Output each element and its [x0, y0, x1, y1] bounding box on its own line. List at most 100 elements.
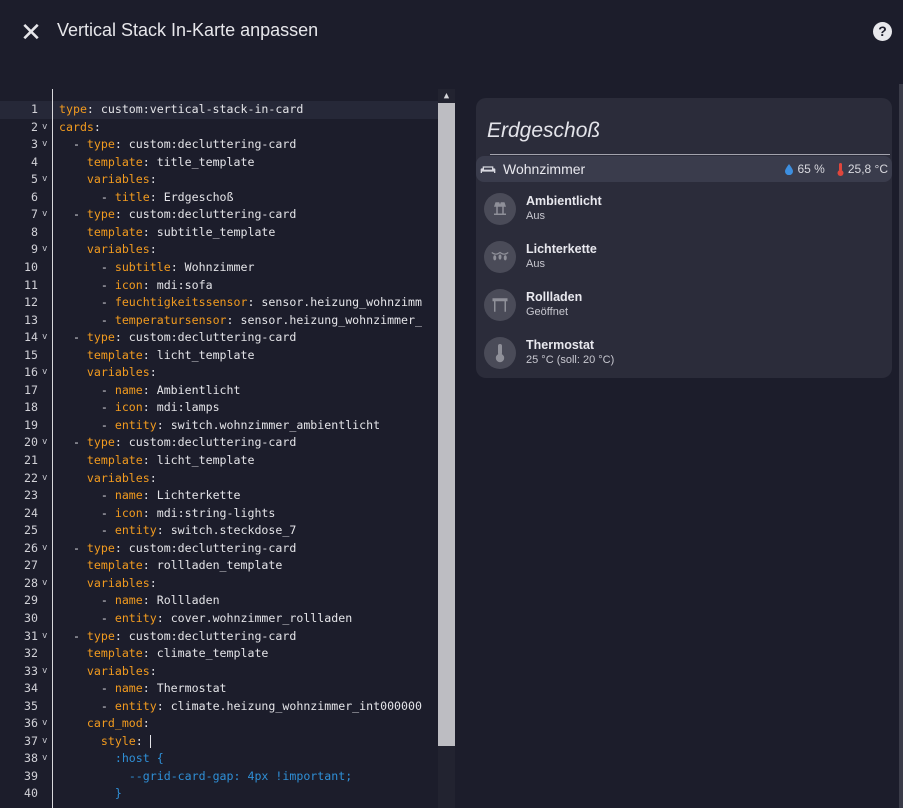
code-line[interactable]: 6 - title: Erdgeschoß: [0, 189, 438, 207]
code-line[interactable]: 19 - entity: switch.wohnzimmer_ambientli…: [0, 417, 438, 435]
fold-chevron-icon[interactable]: v: [42, 119, 47, 137]
yaml-value: -: [59, 312, 115, 327]
code-line[interactable]: 22 v variables:: [0, 470, 438, 488]
code-line[interactable]: 34 - name: Thermostat: [0, 680, 438, 698]
fold-chevron-icon[interactable]: v: [42, 364, 47, 382]
yaml-value: -: [59, 207, 87, 222]
code-text: type: custom:vertical-stack-in-card: [59, 101, 303, 119]
code-line[interactable]: 30 - entity: cover.wohnzimmer_rollladen: [0, 610, 438, 628]
yaml-value: -: [59, 610, 115, 625]
fold-chevron-icon[interactable]: v: [42, 470, 47, 488]
code-text: template: subtitle_template: [59, 224, 275, 242]
editor-scrollbar-thumb[interactable]: [438, 103, 455, 746]
code-line[interactable]: 4 template: title_template: [0, 154, 438, 172]
close-icon[interactable]: ✕: [20, 19, 42, 45]
code-line[interactable]: 3v - type: custom:decluttering-card: [0, 136, 438, 154]
code-line[interactable]: 29 - name: Rollladen: [0, 592, 438, 610]
yaml-key: name: [114, 593, 143, 608]
code-line[interactable]: 36 v card_mod:: [0, 715, 438, 733]
window-shutter-open-icon[interactable]: [484, 289, 516, 321]
line-number: 39: [24, 768, 38, 783]
code-line[interactable]: 7v - type: custom:decluttering-card: [0, 206, 438, 224]
fold-chevron-icon[interactable]: v: [42, 628, 47, 646]
code-text: - icon: mdi:lamps: [59, 399, 220, 417]
code-line[interactable]: 13 - temperatursensor: sensor.heizung_wo…: [0, 312, 438, 330]
code-line[interactable]: 23 - name: Lichterkette: [0, 487, 438, 505]
yaml-key: variables: [86, 575, 150, 590]
code-line[interactable]: 35 - entity: climate.heizung_wohnzimmer_…: [0, 698, 438, 716]
fold-chevron-icon[interactable]: v: [42, 241, 47, 259]
fold-chevron-icon[interactable]: v: [42, 733, 47, 751]
code-line[interactable]: 21 template: licht_template: [0, 452, 438, 470]
entity-row-ambientlicht[interactable]: Ambientlicht Aus: [484, 190, 884, 230]
code-line[interactable]: 27 template: rollladen_template: [0, 557, 438, 575]
code-line[interactable]: 1 type: custom:vertical-stack-in-card: [0, 101, 438, 119]
fold-chevron-icon[interactable]: v: [42, 575, 47, 593]
entity-row-thermostat[interactable]: Thermostat 25 °C (soll: 20 °C): [484, 334, 884, 374]
code-line[interactable]: 18 - icon: mdi:lamps: [0, 399, 438, 417]
code-line[interactable]: 40 }: [0, 785, 438, 803]
lamps-icon[interactable]: [484, 193, 516, 225]
code-line[interactable]: 2 v cards:: [0, 119, 438, 137]
code-line[interactable]: 37 v style:: [0, 733, 438, 751]
code-line[interactable]: 39 --grid-card-gap: 4px !important;: [0, 768, 438, 786]
scroll-up-arrow-icon[interactable]: ▲: [438, 89, 455, 103]
fold-chevron-icon[interactable]: v: [42, 750, 47, 768]
yaml-code-editor[interactable]: 1 type: custom:vertical-stack-in-card 2 v ca…: [0, 84, 455, 808]
line-number: 34: [24, 681, 38, 696]
code-text: - type: custom:decluttering-card: [59, 434, 296, 452]
code-text: - feuchtigkeitssensor: sensor.heizung_wo…: [59, 294, 422, 312]
fold-chevron-icon[interactable]: v: [42, 434, 47, 452]
line-number: 20: [24, 435, 38, 450]
line-number: 14: [24, 330, 38, 345]
fold-chevron-icon[interactable]: v: [42, 540, 47, 558]
code-line[interactable]: 9v variables:: [0, 241, 438, 259]
yaml-value: [59, 172, 87, 186]
code-line[interactable]: 8 template: subtitle_template: [0, 224, 438, 242]
code-line[interactable]: 15 template: licht_template: [0, 347, 438, 365]
code-line[interactable]: 24 - icon: mdi:string-lights: [0, 505, 438, 523]
code-line[interactable]: 16 v variables:: [0, 364, 438, 382]
fold-chevron-icon[interactable]: v: [42, 136, 47, 154]
fold-chevron-icon[interactable]: v: [42, 329, 47, 347]
entity-row-lichterkette[interactable]: Lichterkette Aus: [484, 238, 884, 278]
code-line[interactable]: 26 v - type: custom:decluttering-card: [0, 540, 438, 558]
thermometer-icon[interactable]: [484, 337, 516, 369]
code-line[interactable]: 28 v variables:: [0, 575, 438, 593]
yaml-value: : subtitle_template: [142, 224, 276, 239]
code-line[interactable]: 33 v variables:: [0, 663, 438, 681]
fold-chevron-icon[interactable]: v: [42, 663, 47, 681]
code-line[interactable]: 20 v - type: custom:decluttering-card: [0, 434, 438, 452]
entity-state: Aus: [526, 210, 545, 222]
line-number: 40: [24, 786, 38, 801]
yaml-value: :: [135, 733, 150, 748]
subtitle-stats: 65 % 25,8 °C: [785, 162, 888, 176]
fold-chevron-icon[interactable]: v: [42, 206, 47, 224]
code-line[interactable]: 5v variables:: [0, 171, 438, 189]
code-line[interactable]: 11 - icon: mdi:sofa: [0, 277, 438, 295]
string-lights-icon[interactable]: [484, 241, 516, 273]
yaml-key: type: [86, 628, 115, 643]
code-line[interactable]: 12 - feuchtigkeitssensor: sensor.heizung…: [0, 294, 438, 312]
yaml-key: variables: [86, 172, 150, 187]
fold-chevron-icon[interactable]: v: [42, 171, 47, 189]
line-number: 36: [24, 716, 38, 731]
line-number: 31: [24, 628, 38, 643]
code-line[interactable]: 17 - name: Ambientlicht: [0, 382, 438, 400]
code-text: - type: custom:decluttering-card: [59, 540, 296, 558]
code-line[interactable]: 14 v - type: custom:decluttering-card: [0, 329, 438, 347]
dialog-scrollbar[interactable]: [899, 84, 903, 808]
code-line[interactable]: 10 - subtitle: Wohnzimmer: [0, 259, 438, 277]
fold-chevron-icon[interactable]: v: [42, 715, 47, 733]
entity-row-rollladen[interactable]: Rollladen Geöffnet: [484, 286, 884, 326]
code-line[interactable]: 31 v - type: custom:decluttering-card: [0, 628, 438, 646]
line-number: 15: [24, 347, 38, 362]
text-cursor: [149, 734, 151, 748]
line-number: 13: [24, 312, 38, 327]
code-line[interactable]: 38 v :host {: [0, 750, 438, 768]
code-line[interactable]: 32 template: climate_template: [0, 645, 438, 663]
code-line[interactable]: 25 - entity: switch.steckdose_7: [0, 522, 438, 540]
line-number: 1: [31, 102, 38, 116]
gutter-separator: [52, 89, 53, 808]
help-icon[interactable]: ?: [873, 22, 892, 41]
